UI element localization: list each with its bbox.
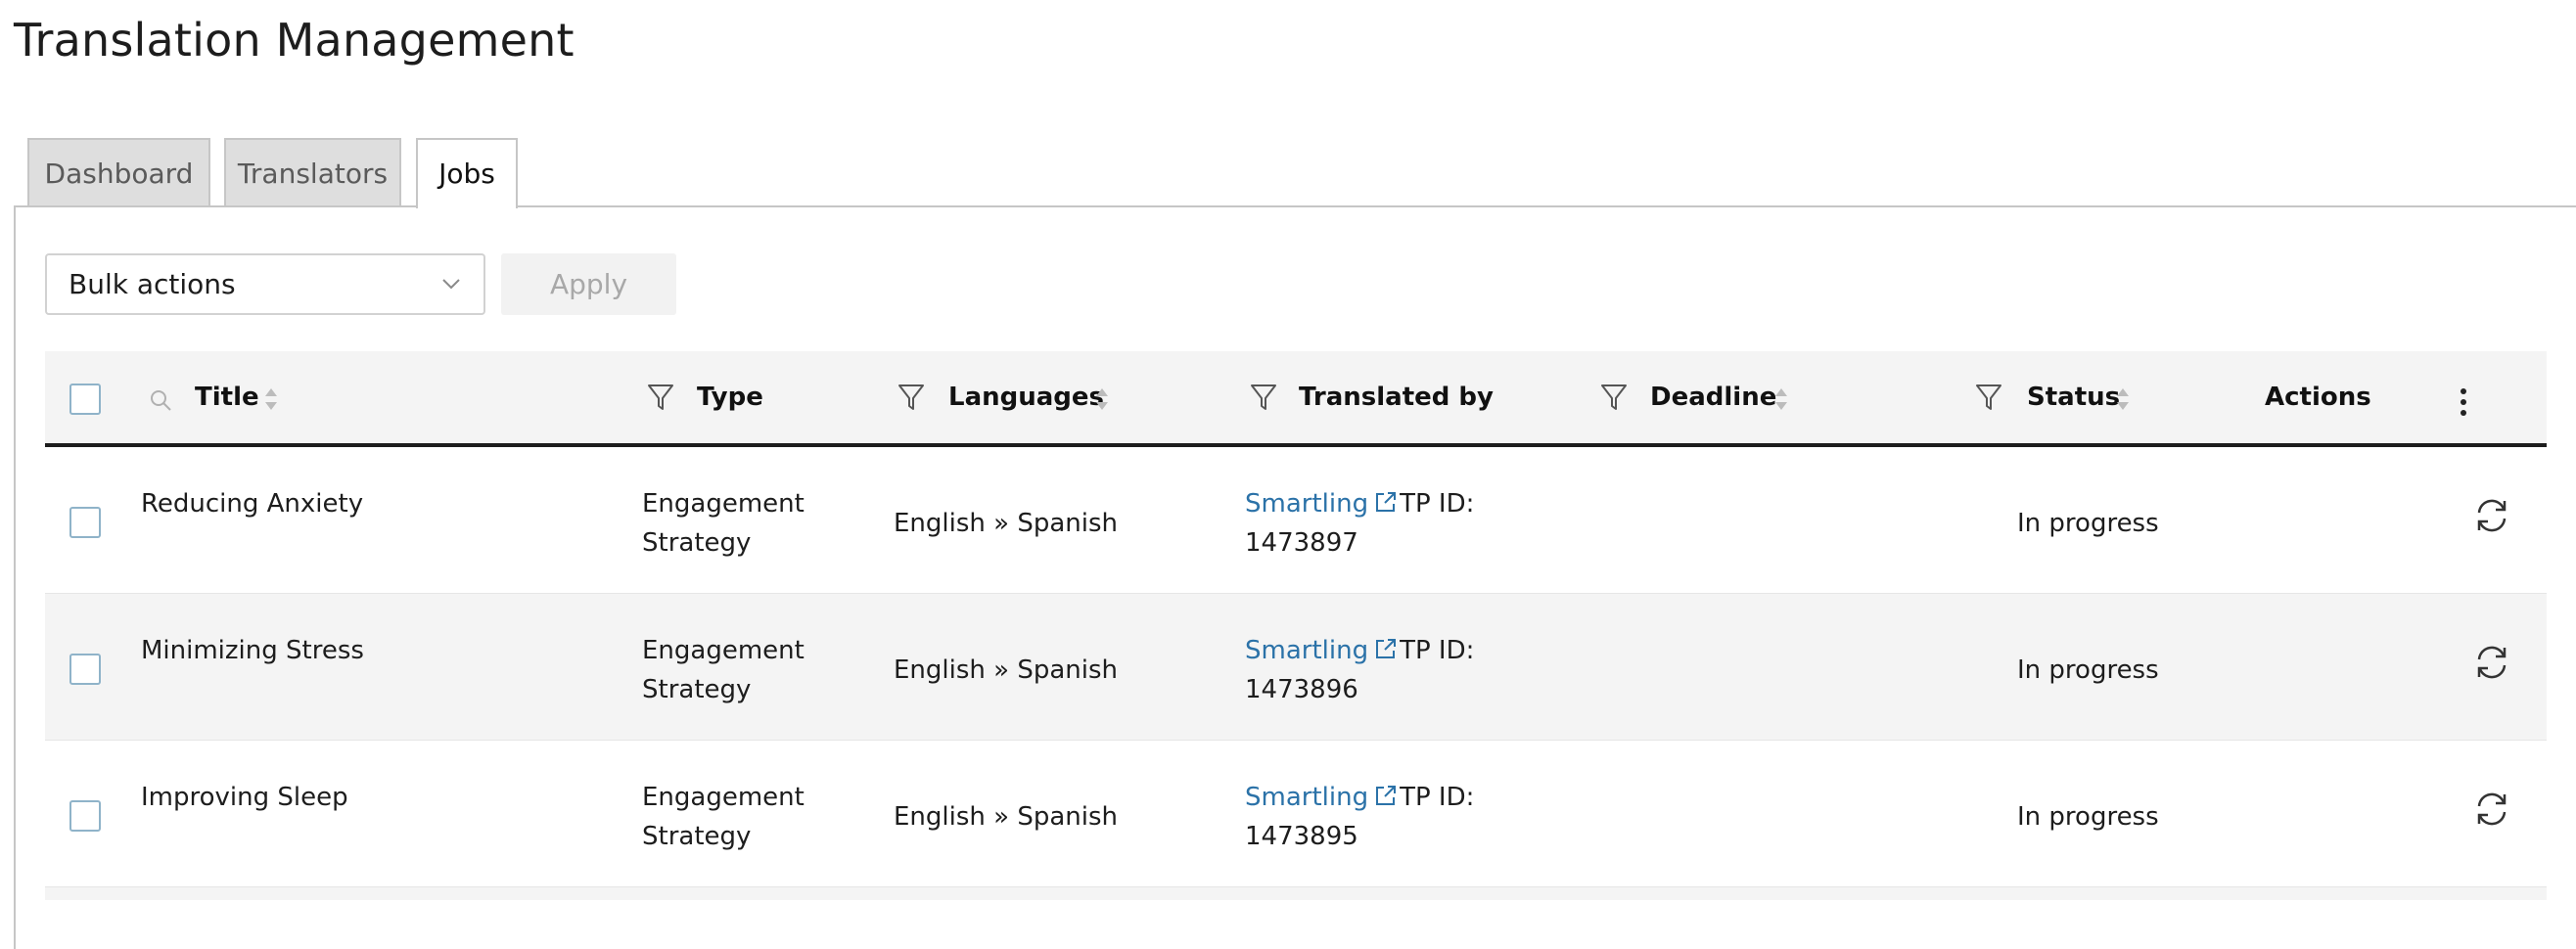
- row-type: Engagement Strategy: [642, 484, 805, 563]
- column-title[interactable]: Title: [195, 351, 259, 443]
- tab-dashboard[interactable]: Dashboard: [27, 138, 210, 205]
- row-translated-by: Smartling TP ID: 1473897: [1245, 484, 1474, 563]
- sort-icon[interactable]: [1095, 386, 1109, 412]
- row-languages: English » Spanish: [894, 802, 1118, 832]
- column-actions: Actions: [2265, 383, 2371, 412]
- apply-button[interactable]: Apply: [501, 253, 676, 315]
- row-type-line2: Strategy: [642, 528, 752, 558]
- tp-id-label: TP ID:: [1400, 636, 1475, 665]
- table-header: Title Type Languages Translated by Deadl…: [45, 351, 2547, 447]
- provider-link[interactable]: Smartling: [1245, 489, 1368, 519]
- row-translated-by: Smartling TP ID: 1473896: [1245, 631, 1474, 709]
- tp-id-label: TP ID:: [1400, 783, 1475, 812]
- page-title: Translation Management: [14, 14, 575, 67]
- tp-id-value: 1473896: [1245, 675, 1358, 704]
- select-all-checkbox[interactable]: [69, 384, 101, 415]
- table-row: Improving Sleep Engagement Strategy Engl…: [45, 741, 2547, 887]
- row-checkbox[interactable]: [69, 507, 101, 538]
- tab-translators[interactable]: Translators: [224, 138, 401, 205]
- external-link-icon[interactable]: [1374, 784, 1398, 807]
- kebab-menu-icon[interactable]: [2460, 387, 2467, 417]
- row-type-line2: Strategy: [642, 675, 752, 704]
- row-status: In progress: [2017, 509, 2159, 538]
- tp-id-value: 1473897: [1245, 528, 1358, 558]
- provider-link[interactable]: Smartling: [1245, 783, 1368, 812]
- row-status: In progress: [2017, 655, 2159, 685]
- filter-icon[interactable]: [1250, 383, 1277, 412]
- column-translated-by: Translated by: [1299, 383, 1494, 412]
- row-type-line1: Engagement: [642, 783, 805, 812]
- table-row: [45, 887, 2547, 900]
- chevron-down-icon: [442, 279, 460, 290]
- row-languages: English » Spanish: [894, 509, 1118, 538]
- search-icon[interactable]: [149, 388, 172, 412]
- row-type: Engagement Strategy: [642, 778, 805, 856]
- external-link-icon[interactable]: [1374, 637, 1398, 660]
- bulk-actions-select[interactable]: Bulk actions: [45, 253, 485, 315]
- row-status: In progress: [2017, 802, 2159, 832]
- table-row: Reducing Anxiety Engagement Strategy Eng…: [45, 447, 2547, 594]
- filter-icon[interactable]: [647, 383, 674, 412]
- filter-icon[interactable]: [1975, 383, 2002, 412]
- bulk-actions-label: Bulk actions: [69, 268, 236, 300]
- external-link-icon[interactable]: [1374, 490, 1398, 514]
- filter-icon[interactable]: [1600, 383, 1628, 412]
- row-title: Reducing Anxiety: [141, 489, 364, 519]
- tab-jobs[interactable]: Jobs: [416, 138, 518, 208]
- row-type-line2: Strategy: [642, 822, 752, 851]
- column-type: Type: [697, 383, 763, 412]
- column-deadline[interactable]: Deadline: [1650, 351, 1776, 443]
- tp-id-value: 1473895: [1245, 822, 1358, 851]
- row-title: Minimizing Stress: [141, 636, 364, 665]
- refresh-icon[interactable]: [2471, 642, 2512, 683]
- refresh-icon[interactable]: [2471, 789, 2512, 830]
- column-status[interactable]: Status: [2027, 351, 2120, 443]
- filter-icon[interactable]: [897, 383, 925, 412]
- row-type-line1: Engagement: [642, 636, 805, 665]
- row-title: Improving Sleep: [141, 783, 348, 812]
- row-translated-by: Smartling TP ID: 1473895: [1245, 778, 1474, 856]
- row-checkbox[interactable]: [69, 654, 101, 685]
- row-languages: English » Spanish: [894, 655, 1118, 685]
- row-type-line1: Engagement: [642, 489, 805, 519]
- provider-link[interactable]: Smartling: [1245, 636, 1368, 665]
- sort-icon[interactable]: [2116, 386, 2130, 412]
- refresh-icon[interactable]: [2471, 495, 2512, 536]
- sort-icon[interactable]: [1774, 386, 1788, 412]
- table-row: Minimizing Stress Engagement Strategy En…: [45, 594, 2547, 741]
- row-type: Engagement Strategy: [642, 631, 805, 709]
- sort-icon[interactable]: [264, 386, 278, 412]
- tp-id-label: TP ID:: [1400, 489, 1475, 519]
- column-languages[interactable]: Languages: [948, 351, 1104, 443]
- row-checkbox[interactable]: [69, 800, 101, 832]
